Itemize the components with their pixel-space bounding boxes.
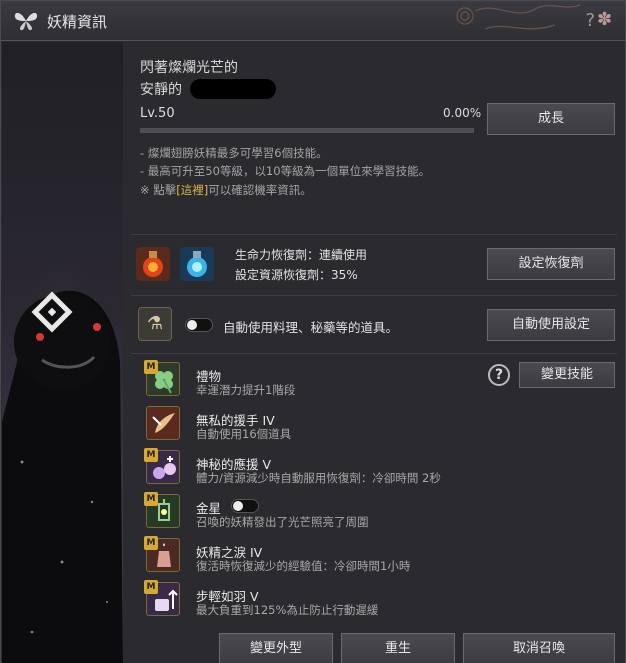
note-probability: ※ 點擊[這裡]可以確認機率資訊。 [140, 182, 312, 198]
fairy-info-window: 妖精資訊 ? ✽ 閃著燦爛光芒的 安靜的 Lv.50 0.00% 成長 - 燦爛… [0, 0, 626, 663]
hp-recovery-setting: 生命力恢復劑：連續使用 [235, 248, 368, 262]
info-panel: 閃著燦爛光芒的 安靜的 Lv.50 0.00% 成長 - 燦爛翅膀妖精最多可學習… [123, 42, 625, 663]
venus-toggle[interactable] [231, 499, 259, 513]
set-recovery-button[interactable]: 設定恢復劑 [487, 248, 615, 280]
resource-recovery-setting: 設定資源恢復劑：35% [235, 268, 358, 282]
skill-desc: 自動使用16個道具 [196, 427, 292, 441]
window-title: 妖精資訊 [47, 13, 108, 31]
level-progress-text: 0.00% [443, 106, 482, 120]
change-skills-button[interactable]: 變更技能 [519, 362, 615, 388]
skill-desc: 體力/資源減少時自動服用恢復劑：冷卻時間 2秒 [196, 471, 441, 485]
note-suffix: 可以確認機率資訊。 [208, 183, 312, 197]
hp-potion-icon[interactable] [136, 247, 170, 281]
auto-use-label: 自動使用料理、秘藥等的道具。 [223, 320, 399, 335]
skill-icon-selfless-help[interactable] [146, 406, 180, 440]
help-icon[interactable]: ? [488, 364, 510, 386]
cancel-summon-button[interactable]: 取消召喚 [463, 633, 615, 663]
mastery-badge: M [144, 492, 158, 506]
mastery-badge: M [144, 580, 158, 594]
divider [131, 353, 617, 354]
auto-use-toggle[interactable] [185, 318, 213, 332]
mp-potion-icon[interactable] [180, 247, 214, 281]
fairy-name-title: 安靜的 [140, 82, 182, 98]
title-bar: 妖精資訊 ? ✽ [1, 1, 625, 41]
grow-button[interactable]: 成長 [487, 103, 615, 135]
fairy-name-prefix: 閃著燦爛光芒的 [140, 60, 238, 76]
note-max-skills: - 燦爛翅膀妖精最多可學習6個技能。 [140, 146, 328, 160]
butterfly-icon [14, 12, 38, 31]
help-icon[interactable]: ? [585, 10, 595, 31]
probability-link[interactable]: [這裡] [176, 183, 208, 197]
skill-icon-mystic-support[interactable]: M [144, 448, 180, 484]
potion-flask-icon: ⚗ [138, 307, 172, 341]
fairy-portrait [2, 42, 123, 663]
mastery-badge: M [144, 360, 158, 374]
skill-icon-fairy-tears[interactable]: M [144, 536, 180, 572]
fairy-level: Lv.50 [140, 106, 175, 121]
skill-desc: 復活時恢復減少的經驗值：冷卻時間1小時 [196, 559, 411, 573]
note-prefix: ※ 點擊 [140, 183, 177, 197]
skill-icon-gift[interactable]: M [144, 360, 180, 396]
floral-decoration [456, 4, 581, 30]
skill-desc: 召喚的妖精發出了光芒照亮了周圍 [196, 515, 369, 529]
skill-icon-light-step[interactable]: M [144, 580, 180, 616]
change-appearance-button[interactable]: 變更外型 [219, 633, 333, 663]
level-progress-bar [140, 128, 474, 133]
note-max-level: - 最高可升至50等級，以10等級為一個單位來學習技能。 [140, 164, 431, 178]
skill-desc: 最大負重到125%為止防止行動遲緩 [196, 603, 379, 617]
auto-use-settings-button[interactable]: 自動使用設定 [487, 309, 615, 341]
fairy-wing-icon [152, 413, 175, 433]
divider [131, 234, 617, 235]
skill-icon-venus[interactable]: M [144, 492, 180, 528]
mastery-badge: M [144, 448, 158, 462]
rebirth-button[interactable]: 重生 [341, 633, 455, 663]
mastery-badge: M [144, 536, 158, 550]
redacted-name [190, 79, 276, 99]
close-icon[interactable]: ✽ [597, 9, 617, 31]
fairy-image [2, 242, 123, 663]
skill-desc: 幸運潛力提升1階段 [196, 383, 296, 397]
divider [131, 295, 617, 296]
